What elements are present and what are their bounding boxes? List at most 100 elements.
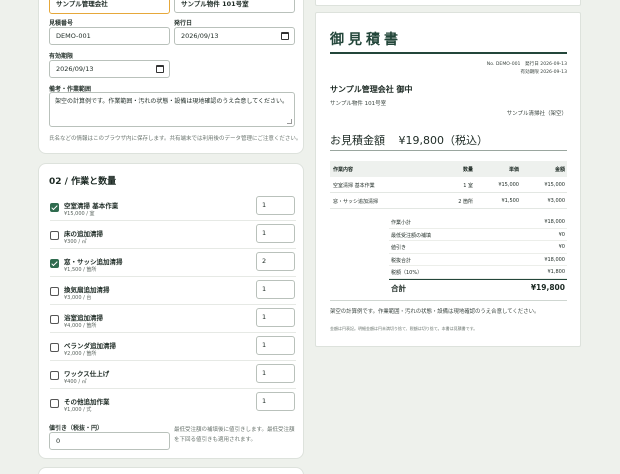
summary-value: ¥0 <box>558 231 565 238</box>
work-item: その他追加作業 ¥1,000 / 式 1 <box>50 392 296 420</box>
item-price: ¥4,000 / 箇所 <box>64 323 97 329</box>
item-qty-input[interactable]: 1 <box>256 196 295 215</box>
summary-block: 作業小計 ¥18,000 最低受注額の補填 ¥0 値引き ¥0 税抜合計 ¥18,000 税額（… <box>389 216 567 279</box>
item-checkbox[interactable] <box>50 231 59 240</box>
item-price: ¥2,000 / 箇所 <box>64 351 97 357</box>
storage-note: 氏名などの情報はこのブラウザ内に保存します。共有端末では利用後のデータ管理にご注… <box>49 136 302 142</box>
item-price: ¥1,000 / 式 <box>64 407 92 413</box>
col-qty: 数量 <box>462 167 473 173</box>
cell-unit: ¥15,000 <box>498 182 519 188</box>
col-work: 作業内容 <box>333 167 354 173</box>
item-qty-input[interactable]: 1 <box>256 308 295 327</box>
item-price: ¥1,500 / 箇所 <box>64 267 97 273</box>
cell-amount: ¥3,000 <box>547 198 566 204</box>
items-table: 作業内容 数量 単価 金額 空室清掃 基本作業 1 室 ¥15,000 ¥15,000… <box>330 161 567 209</box>
quote-no-label: 見積番号 <box>49 20 74 27</box>
item-price: ¥400 / ㎡ <box>64 379 87 385</box>
summary-value: ¥0 <box>558 244 565 250</box>
cell-amount: ¥15,000 <box>544 182 565 188</box>
cell-work: 空室清掃 基本作業 <box>333 183 375 189</box>
item-checkbox[interactable] <box>50 203 59 212</box>
resize-handle-icon[interactable] <box>287 119 292 124</box>
summary-row: 値引き ¥0 <box>389 241 567 254</box>
item-divider <box>50 388 296 389</box>
summary-label: 最低受注額の補填 <box>391 232 432 239</box>
item-name: 浴室追加清掃 <box>64 314 103 322</box>
total-label: 合計 <box>391 284 406 293</box>
valid-until-value: 2026/09/13 <box>56 65 94 73</box>
work-section-title: 02 / 作業と数量 <box>49 177 117 187</box>
client-name-input[interactable]: サンプル管理会社 <box>49 0 170 14</box>
amount-row: お見積金額 ¥19,800（税込） <box>330 132 488 148</box>
item-qty-input[interactable]: 1 <box>256 392 295 411</box>
cell-qty: 2 箇所 <box>458 199 473 205</box>
item-divider <box>50 304 296 305</box>
item-name: ワックス仕上げ <box>64 370 110 378</box>
table-body: 空室清掃 基本作業 1 室 ¥15,000 ¥15,000 窓・サッシ追加清掃 2 箇所 ¥… <box>330 177 567 209</box>
item-checkbox[interactable] <box>50 343 59 352</box>
discount-label: 値引き（税抜・円） <box>49 425 104 432</box>
item-qty-input[interactable]: 2 <box>256 252 295 271</box>
item-name: ベランダ追加清掃 <box>64 342 116 350</box>
calendar-icon[interactable] <box>281 32 289 40</box>
summary-row: 税抜合計 ¥18,000 <box>389 254 567 266</box>
item-divider <box>50 220 296 221</box>
valid-until-input[interactable]: 2026/09/13 <box>49 60 170 78</box>
col-unit: 単価 <box>508 167 519 173</box>
table-row: 窓・サッシ追加清掃 2 箇所 ¥1,500 ¥3,000 <box>330 193 567 209</box>
cell-qty: 1 室 <box>463 183 473 189</box>
item-checkbox[interactable] <box>50 399 59 408</box>
col-amount: 金額 <box>554 167 565 173</box>
remarks-text: 架空の計算例です。作業範囲・汚れの状態・設備は現地確認のうえ合意してください。 <box>55 98 289 105</box>
total-row: 合計 ¥19,800 <box>389 279 567 293</box>
item-name: その他追加作業 <box>64 398 110 406</box>
total-value: ¥19,800 <box>530 283 565 292</box>
cell-unit: ¥1,500 <box>501 198 520 204</box>
quote-footnote: 金額は円表記。明細金額は円未満切り捨て、税額は切り捨て。本書は見積書です。 <box>330 326 478 331</box>
item-qty-input[interactable]: 1 <box>256 280 295 299</box>
item-name: 床の追加清掃 <box>64 230 103 238</box>
issue-date-value: 2026/09/13 <box>181 32 219 40</box>
property-name-input[interactable]: サンプル物件 101号室 <box>174 0 295 13</box>
quote-no-input[interactable]: DEMO-001 <box>49 27 170 45</box>
remark-rule <box>330 300 567 301</box>
summary-label: 税額（10%） <box>391 270 423 276</box>
discount-input[interactable]: 0 <box>49 432 170 450</box>
item-checkbox[interactable] <box>50 259 59 268</box>
quote-preview-top <box>315 0 581 6</box>
summary-value: ¥18,000 <box>544 256 565 263</box>
item-name: 窓・サッシ追加清掃 <box>64 258 123 266</box>
item-checkbox[interactable] <box>50 315 59 324</box>
quote-client: サンプル管理会社 御中 <box>330 85 413 94</box>
next-card <box>38 467 304 474</box>
summary-value: ¥1,800 <box>547 269 566 275</box>
item-divider <box>50 276 296 277</box>
item-divider <box>50 360 296 361</box>
cell-work: 窓・サッシ追加清掃 <box>333 199 379 205</box>
calendar-icon[interactable] <box>156 65 164 73</box>
item-price: ¥300 / ㎡ <box>64 239 87 245</box>
quote-title: 御見積書 <box>330 32 402 48</box>
quote-remark: 架空の計算例です。作業範囲・汚れの状態・設備は現地確認のうえ合意してください。 <box>330 309 540 315</box>
remarks-textarea[interactable]: 架空の計算例です。作業範囲・汚れの状態・設備は現地確認のうえ合意してください。 <box>49 92 295 127</box>
item-qty-input[interactable]: 1 <box>256 364 295 383</box>
item-checkbox[interactable] <box>50 371 59 380</box>
item-checkbox[interactable] <box>50 287 59 296</box>
summary-row: 最低受注額の補填 ¥0 <box>389 229 567 241</box>
discount-note: 最低受注額の補填後に値引きします。最低受注額を下回る値引きも適用されます。 <box>174 427 295 443</box>
summary-label: 値引き <box>391 245 407 251</box>
summary-row: 作業小計 ¥18,000 <box>389 216 567 229</box>
valid-line: 有効期限 2026-09-13 <box>520 70 567 75</box>
item-name: 換気扇追加清掃 <box>64 286 110 294</box>
item-qty-input[interactable]: 1 <box>256 336 295 355</box>
issue-date-input[interactable]: 2026/09/13 <box>174 27 295 45</box>
item-qty-input[interactable]: 1 <box>256 224 295 243</box>
quote-property: サンプル物件 101号室 <box>330 101 387 107</box>
title-rule <box>330 52 567 54</box>
amount-value: ¥19,800（税込） <box>398 134 489 147</box>
item-price: ¥3,000 / 台 <box>64 295 92 301</box>
amount-rule <box>330 150 567 151</box>
amount-label: お見積金額 <box>330 134 385 147</box>
summary-value: ¥18,000 <box>544 219 565 225</box>
table-row: 空室清掃 基本作業 1 室 ¥15,000 ¥15,000 <box>330 177 567 193</box>
